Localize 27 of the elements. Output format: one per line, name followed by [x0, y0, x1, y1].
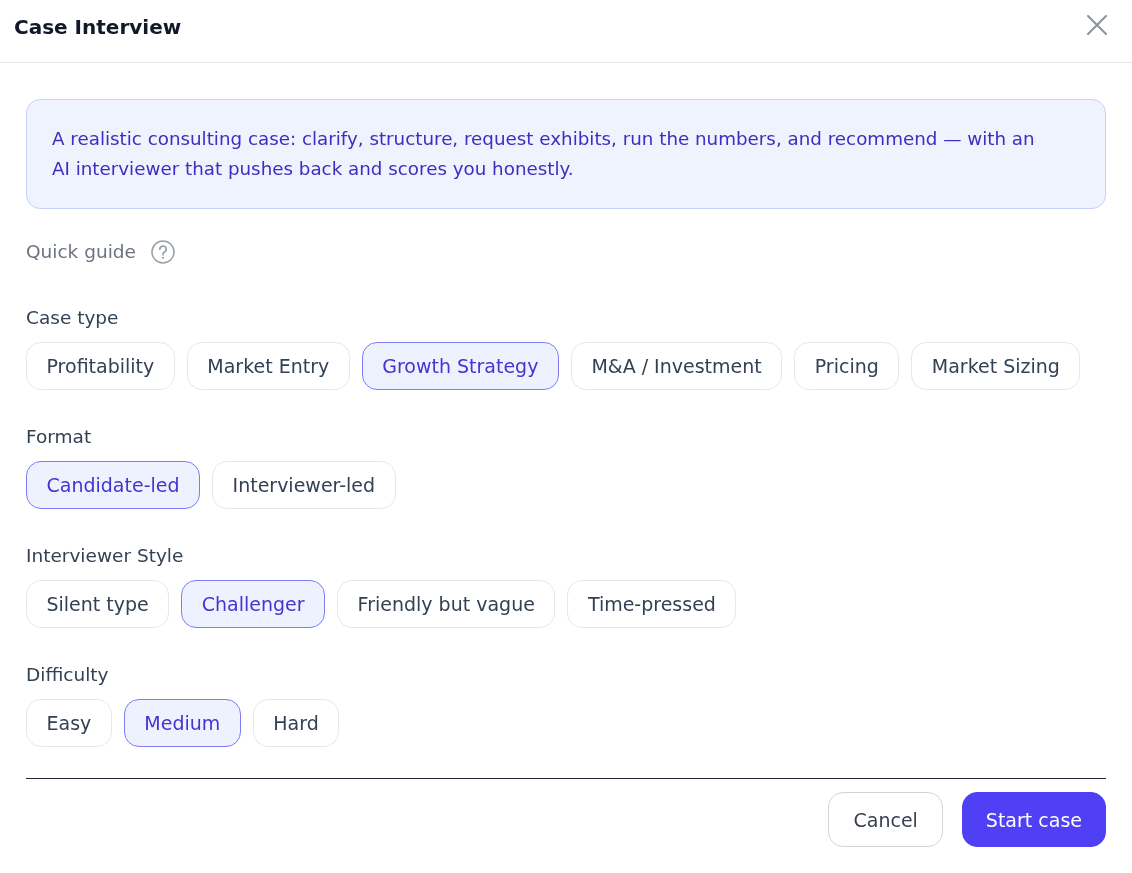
- dialog-title: Case Interview: [14, 14, 182, 40]
- option-chip[interactable]: Silent type: [26, 580, 170, 628]
- option-chip[interactable]: Hard: [252, 699, 340, 747]
- option-chip[interactable]: Market Sizing: [911, 342, 1081, 390]
- option-chip[interactable]: Interviewer-led: [212, 461, 396, 509]
- option-chip[interactable]: Candidate-led: [26, 461, 201, 509]
- option-chip[interactable]: Friendly but vague: [337, 580, 556, 628]
- option-chip[interactable]: Medium: [123, 699, 241, 747]
- section-label: Interviewer Style: [26, 544, 184, 568]
- option-chip[interactable]: Pricing: [794, 342, 900, 390]
- option-chip[interactable]: Profitability: [26, 342, 175, 390]
- option-chip[interactable]: Growth Strategy: [361, 342, 559, 390]
- start-case-button[interactable]: Start case: [961, 792, 1106, 847]
- cancel-button[interactable]: Cancel: [828, 792, 943, 847]
- quick-guide-button[interactable]: Quick guide: [26, 240, 175, 264]
- option-chip[interactable]: Easy: [26, 699, 112, 747]
- help-icon: [150, 240, 175, 264]
- section-label: Case type: [26, 306, 119, 330]
- option-chip[interactable]: Market Entry: [186, 342, 350, 390]
- close-button[interactable]: [1087, 15, 1107, 35]
- close-icon: [1087, 15, 1107, 35]
- section-label: Difficulty: [26, 663, 109, 687]
- option-chip[interactable]: Challenger: [181, 580, 326, 628]
- option-chip[interactable]: Time-pressed: [567, 580, 737, 628]
- option-chip[interactable]: M&A / Investment: [570, 342, 783, 390]
- intro-text: A realistic consulting case: clarify, structure, request exhibits, run the numbers, and recommend — with an AI interviewer that pushes back and scores you honestly.: [52, 127, 1036, 181]
- section-label: Format: [26, 425, 92, 449]
